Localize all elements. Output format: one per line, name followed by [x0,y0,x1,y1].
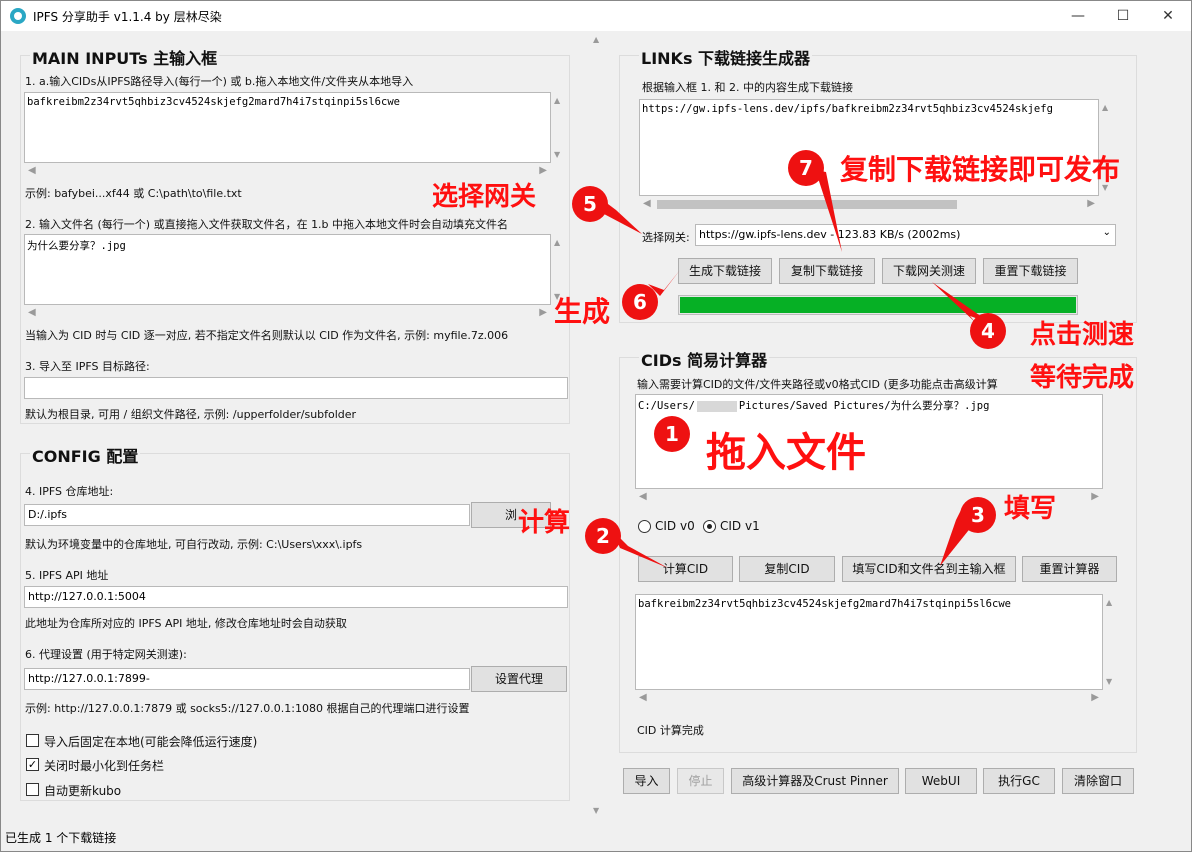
step-5-marker: 5 [572,186,608,222]
step-2-text: 计算 [518,508,571,538]
step-2-marker: 2 [585,518,621,554]
step-4-text-a: 点击测速 [1030,320,1135,350]
step-5-text: 选择网关 [432,182,537,212]
step-7-marker: 7 [788,150,824,186]
step-6-text: 生成 [554,295,611,328]
annotation-pointers [600,168,992,568]
step-4-marker: 4 [970,313,1006,349]
step-7-text: 复制下载链接即可发布 [840,153,1121,186]
step-1-text: 拖入文件 [706,430,866,476]
step-1-marker: 1 [654,416,690,452]
step-6-marker: 6 [622,284,658,320]
step-3-marker: 3 [960,497,996,533]
step-3-text: 填写 [1004,494,1057,524]
step-4-text-b: 等待完成 [1030,363,1135,393]
